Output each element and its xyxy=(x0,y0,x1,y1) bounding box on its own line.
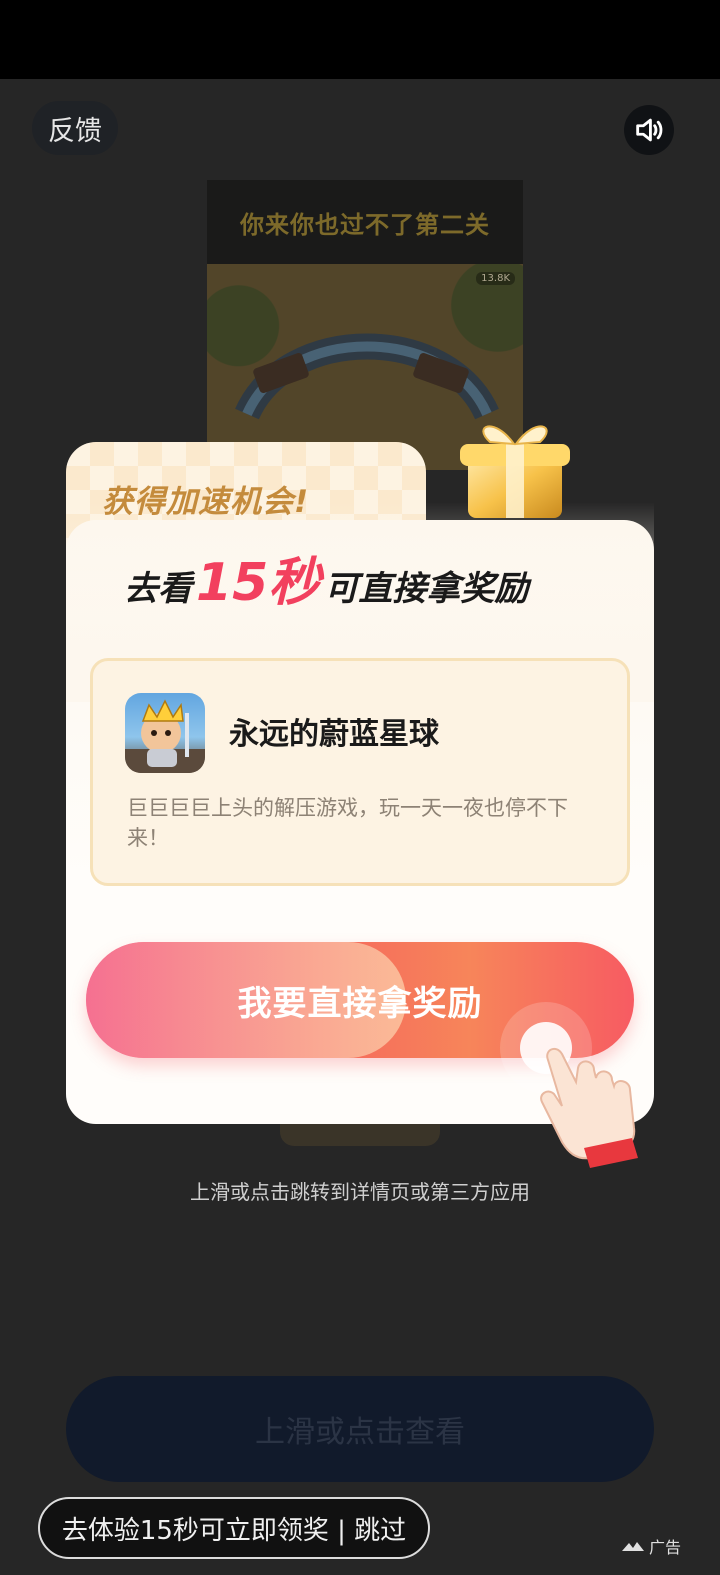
feedback-button[interactable]: 反馈 xyxy=(32,101,118,155)
gift-icon xyxy=(460,425,570,518)
hint-text: 上滑或点击跳转到详情页或第三方应用 xyxy=(190,1180,530,1204)
headline-prefix: 去看 xyxy=(124,569,192,609)
game-app-icon[interactable] xyxy=(125,693,205,773)
app-info-card[interactable]: 永远的蔚蓝星球 巨巨巨巨上头的解压游戏，玩一天一夜也停不下来！ xyxy=(90,658,630,886)
video-badge: 13.8K xyxy=(476,272,515,285)
tap-hand-icon xyxy=(500,1002,638,1168)
headline-number: 15秒 xyxy=(196,540,320,615)
video-title: 你来你也过不了第二关 xyxy=(207,180,523,264)
ad-label: 广告 xyxy=(622,1534,681,1558)
status-bar xyxy=(0,0,720,79)
app-description: 巨巨巨巨上头的解压游戏，玩一天一夜也停不下来！ xyxy=(127,796,568,850)
swipe-view-button[interactable]: 上滑或点击查看 xyxy=(66,1376,654,1482)
speaker-on-icon xyxy=(636,118,663,142)
sound-toggle-button[interactable] xyxy=(624,105,674,155)
app-name: 永远的蔚蓝星球 xyxy=(229,717,439,752)
headline-suffix: 可直接拿奖励 xyxy=(324,569,529,609)
modal-eyebrow: 获得加速机会! xyxy=(102,484,310,520)
modal-headline: 去看 15秒 可直接拿奖励 xyxy=(124,540,528,615)
skip-button[interactable]: 去体验15秒可立即领奖 | 跳过 xyxy=(38,1497,430,1559)
ad-logo-icon xyxy=(622,1542,644,1551)
ad-label-text: 广告 xyxy=(649,1538,682,1557)
